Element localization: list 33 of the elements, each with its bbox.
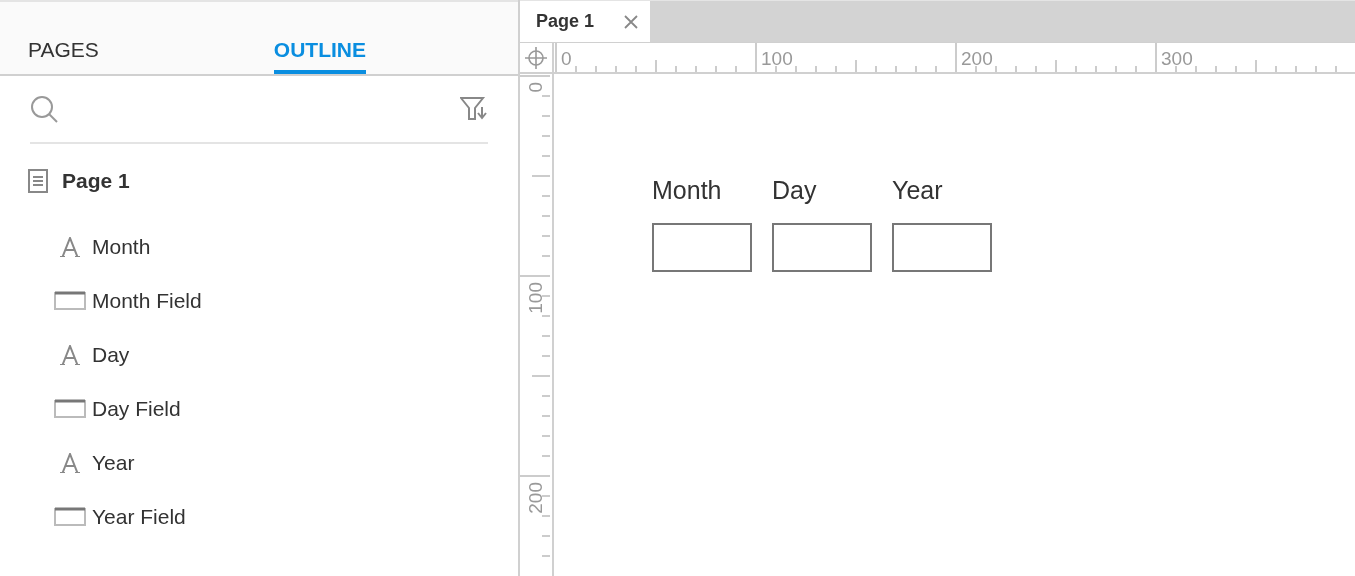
crosshair-icon[interactable] [525,46,547,69]
ruler-label: 0 [561,48,572,69]
input-field[interactable] [652,223,752,272]
input-field[interactable] [892,223,992,272]
text-icon [59,237,81,257]
field-label: Day [772,176,818,205]
ruler-label: 100 [525,282,546,314]
filter-icon[interactable] [460,97,488,121]
outline-item[interactable]: Page 1 [0,166,518,196]
field-label: Month [652,176,723,205]
field-icon [54,507,86,527]
field-icon [54,291,86,311]
search-icon[interactable] [30,95,60,123]
ruler-label: 200 [961,48,993,69]
field-label: Year [892,176,944,205]
outline-item[interactable]: Month Field [0,274,518,328]
outline-item[interactable]: Year [0,436,518,490]
text-icon [59,453,81,473]
ruler-label: 100 [761,48,793,69]
outline-item[interactable]: Month [0,220,518,274]
ruler-label: 200 [525,482,546,514]
page-tab[interactable]: Page 1 [520,1,651,42]
outline-item[interactable]: Day Field [0,382,518,436]
field-icon [54,399,86,419]
text-icon [59,345,81,365]
input-field[interactable] [772,223,872,272]
outline-item[interactable]: Day [0,328,518,382]
sidebar-tab[interactable]: PAGES [28,2,99,74]
page-icon [28,169,48,193]
ruler-label: 0 [525,82,546,93]
outline-item[interactable]: Year Field [0,490,518,544]
close-icon[interactable] [624,14,639,29]
ruler-label: 300 [1161,48,1193,69]
